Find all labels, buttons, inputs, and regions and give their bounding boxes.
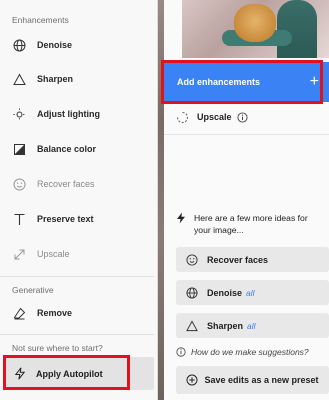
globe-icon bbox=[12, 38, 26, 52]
expand-arrow-icon bbox=[12, 247, 26, 261]
plus-circle-icon bbox=[186, 374, 198, 386]
add-enhancements-label: Add enhancements bbox=[177, 77, 261, 87]
menu-item-remove[interactable]: Remove bbox=[0, 298, 154, 328]
spinner-icon bbox=[176, 111, 189, 124]
save-preset-label: Save edits as a new preset bbox=[204, 375, 319, 385]
add-enhancements-button[interactable]: Add enhancements + bbox=[164, 62, 329, 102]
start-section-label: Not sure where to start? bbox=[12, 343, 103, 353]
menu-item-label: Remove bbox=[37, 308, 73, 318]
menu-item-adjust-lighting[interactable]: Adjust lighting bbox=[0, 99, 154, 129]
divider bbox=[0, 334, 154, 335]
menu-item-label: Upscale bbox=[37, 249, 70, 259]
menu-item-label: Balance color bbox=[37, 144, 97, 154]
sun-icon bbox=[12, 107, 26, 121]
apply-autopilot-button[interactable]: Apply Autopilot bbox=[4, 357, 154, 390]
upscale-status-label: Upscale bbox=[197, 112, 232, 122]
menu-item-denoise[interactable]: Denoise bbox=[0, 30, 154, 60]
photo-puppy bbox=[234, 4, 276, 42]
idea-label: Sharpen bbox=[207, 320, 244, 331]
photo-person bbox=[277, 0, 317, 58]
save-preset-button[interactable]: Save edits as a new preset bbox=[176, 366, 329, 394]
eraser-icon bbox=[12, 306, 26, 320]
triangle-icon bbox=[12, 72, 26, 86]
menu-item-balance-color[interactable]: Balance color bbox=[0, 134, 154, 164]
globe-icon bbox=[186, 286, 198, 299]
plus-icon: + bbox=[309, 73, 319, 90]
menu-item-preserve-text[interactable]: Preserve text bbox=[0, 204, 154, 234]
idea-label: Denoise bbox=[207, 287, 243, 298]
idea-all-link[interactable]: all bbox=[246, 288, 255, 298]
text-icon bbox=[12, 212, 26, 226]
menu-item-label: Denoise bbox=[37, 40, 73, 50]
ideas-intro: Here are a few more ideas for your image… bbox=[176, 212, 326, 236]
lightning-icon bbox=[14, 367, 26, 380]
enhancements-menu: Enhancements Denoise Sharpen Adjust ligh… bbox=[0, 0, 158, 400]
divider bbox=[164, 134, 329, 135]
info-icon[interactable] bbox=[236, 111, 248, 123]
upscale-status: Upscale bbox=[176, 110, 248, 124]
idea-all-link[interactable]: all bbox=[247, 321, 256, 331]
info-icon bbox=[176, 347, 186, 357]
menu-item-sharpen[interactable]: Sharpen bbox=[0, 64, 154, 94]
face-icon bbox=[186, 253, 198, 266]
generative-section-label: Generative bbox=[12, 285, 54, 295]
menu-item-label: Preserve text bbox=[37, 214, 94, 224]
lightning-icon bbox=[176, 212, 186, 236]
how-suggestions-text: How do we make suggestions? bbox=[191, 347, 309, 357]
face-icon bbox=[12, 177, 26, 191]
menu-item-label: Sharpen bbox=[37, 74, 74, 84]
menu-item-recover-faces[interactable]: Recover faces bbox=[0, 169, 154, 199]
triangle-icon bbox=[186, 319, 198, 332]
idea-sharpen-button[interactable]: Sharpen all bbox=[176, 313, 329, 338]
menu-item-label: Adjust lighting bbox=[37, 109, 100, 119]
apply-autopilot-label: Apply Autopilot bbox=[36, 368, 103, 379]
menu-item-upscale[interactable]: Upscale bbox=[0, 239, 154, 269]
enhancements-section-label: Enhancements bbox=[12, 15, 69, 25]
enhancements-panel: Add enhancements + Upscale Here are a fe… bbox=[161, 0, 329, 400]
how-suggestions-link[interactable]: How do we make suggestions? bbox=[176, 347, 309, 357]
balance-color-icon bbox=[12, 142, 26, 156]
idea-label: Recover faces bbox=[207, 254, 269, 265]
image-preview bbox=[182, 0, 329, 58]
divider bbox=[0, 276, 154, 277]
ideas-text: Here are a few more ideas for your image… bbox=[194, 213, 308, 235]
idea-recover-faces-button[interactable]: Recover faces bbox=[176, 247, 329, 272]
menu-item-label: Recover faces bbox=[37, 179, 95, 189]
idea-denoise-button[interactable]: Denoise all bbox=[176, 280, 329, 305]
